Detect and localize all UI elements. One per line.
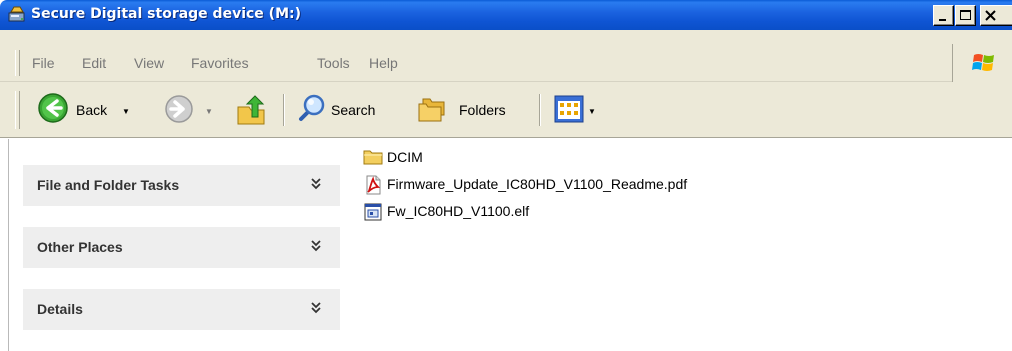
task-panel-details[interactable]: Details [23, 289, 340, 330]
windows-flag-icon [972, 54, 994, 71]
folders-label: Folders [459, 102, 506, 118]
menu-help[interactable]: Help [369, 55, 398, 71]
search-icon [299, 94, 325, 121]
chevron-down-icon[interactable] [309, 177, 323, 191]
forward-dropdown-icon[interactable]: ▼ [205, 107, 213, 116]
maximize-icon [960, 10, 971, 20]
explorer-window: Secure Digital storage device (M:) File … [0, 0, 1012, 351]
menu-favorites[interactable]: Favorites [191, 55, 249, 71]
title-bar[interactable]: Secure Digital storage device (M:) [0, 0, 1012, 30]
close-icon [985, 10, 996, 21]
minimize-icon [939, 19, 946, 21]
close-button[interactable] [980, 5, 1012, 26]
file-name: Firmware_Update_IC80HD_V1100_Readme.pdf [387, 176, 688, 192]
file-name: Fw_IC80HD_V1100.elf [387, 203, 530, 219]
search-label: Search [331, 102, 376, 118]
folder-icon [363, 150, 383, 165]
views-dropdown-icon[interactable]: ▼ [588, 107, 596, 116]
task-panel-other-places[interactable]: Other Places [23, 227, 340, 268]
back-button[interactable]: Back ▼ [33, 89, 153, 129]
task-pane: File and Folder Tasks Other Places Detai… [0, 139, 352, 351]
toolbar: Back ▼ ▼ Search Folders ▼ [0, 82, 1012, 138]
pdf-file-icon [366, 175, 381, 195]
content-area: File and Folder Tasks Other Places Detai… [0, 139, 1012, 351]
maximize-button[interactable] [955, 5, 976, 26]
chevron-down-icon[interactable] [309, 239, 323, 253]
folders-button[interactable]: Folders [414, 89, 532, 129]
task-panel-file-folder[interactable]: File and Folder Tasks [23, 165, 340, 206]
minimize-button[interactable] [933, 5, 954, 26]
back-arrow-icon [38, 93, 68, 123]
menu-file[interactable]: File [32, 55, 55, 71]
up-folder-icon[interactable] [235, 95, 267, 127]
menu-edit[interactable]: Edit [82, 55, 106, 71]
back-dropdown-icon[interactable]: ▼ [122, 107, 130, 116]
menu-view[interactable]: View [134, 55, 164, 71]
chevron-down-icon[interactable] [309, 301, 323, 315]
toolbar-separator [539, 94, 541, 126]
back-label: Back [76, 102, 108, 118]
task-panel-title: Details [37, 301, 83, 317]
elf-file-icon [364, 203, 382, 221]
menu-bar: File Edit View Favorites Tools Help [0, 44, 1012, 82]
chrome-strip [0, 30, 1012, 44]
list-item[interactable]: DCIM [363, 147, 563, 167]
search-button[interactable]: Search [293, 89, 406, 129]
list-item[interactable]: Firmware_Update_IC80HD_V1100_Readme.pdf [363, 174, 783, 195]
folders-icon [418, 98, 445, 122]
list-item[interactable]: Fw_IC80HD_V1100.elf [363, 201, 613, 221]
windows-logo [952, 44, 1012, 82]
forward-button[interactable]: ▼ [163, 89, 221, 129]
drive-icon [8, 6, 25, 22]
views-button[interactable]: ▼ [551, 91, 601, 129]
task-panel-title: Other Places [37, 239, 123, 255]
task-panel-title: File and Folder Tasks [37, 177, 180, 193]
toolbar-separator [283, 94, 285, 126]
menu-tools[interactable]: Tools [317, 55, 350, 71]
window-title: Secure Digital storage device (M:) [31, 6, 301, 22]
forward-arrow-icon [165, 95, 193, 123]
views-icon [554, 95, 584, 123]
file-name: DCIM [387, 149, 423, 165]
